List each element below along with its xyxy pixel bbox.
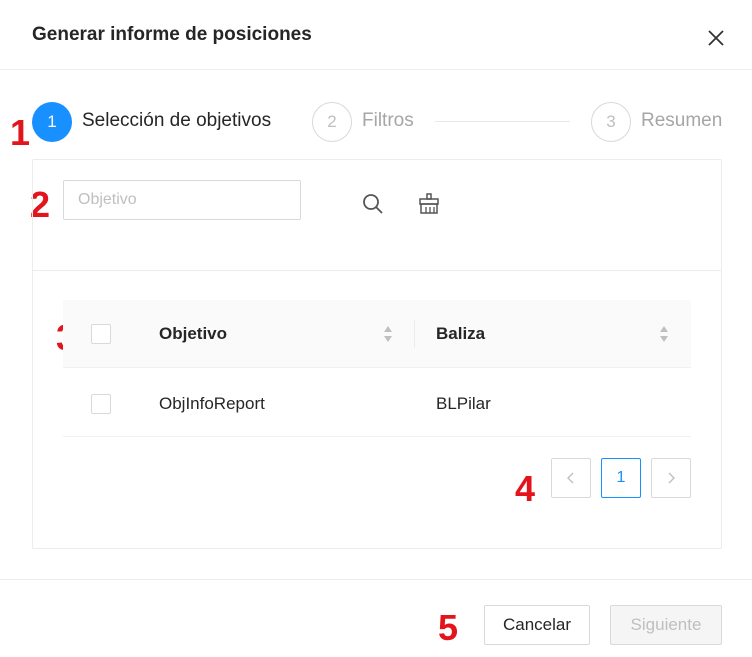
step-1-circle: 1 [32, 102, 72, 142]
marker-5: 5 [438, 607, 459, 648]
column-separator [414, 320, 415, 348]
search-icon [363, 194, 383, 214]
column-header-objetivo: Objetivo [159, 324, 228, 343]
column-header-baliza: Baliza [436, 324, 486, 343]
cell-objetivo: ObjInfoReport [159, 394, 265, 413]
close-icon [708, 30, 724, 46]
next-button[interactable]: Siguiente [610, 605, 722, 645]
clear-filter-button[interactable] [414, 189, 444, 219]
sort-icon[interactable] [658, 324, 670, 344]
steps-bar: 1 Selección de objetivos 2 Filtros 3 Res… [0, 100, 752, 144]
next-page-button[interactable] [651, 458, 691, 498]
chevron-right-icon [668, 472, 675, 484]
page-number-button[interactable]: 1 [601, 458, 641, 498]
marker-1: 1 [10, 112, 31, 153]
chevron-left-icon [567, 472, 574, 484]
cell-baliza: BLPilar [436, 394, 491, 413]
table-row[interactable]: ObjInfoReport BLPilar [63, 369, 691, 437]
filter-divider [33, 270, 721, 271]
row-checkbox[interactable] [91, 394, 111, 414]
dialog-header: Generar informe de posiciones [0, 0, 752, 70]
content-card: Objetivo Baliza ObjInfoReport BLPilar 1 [32, 159, 722, 549]
step-1-label: Selección de objetivos [82, 110, 272, 131]
objetivo-search-input[interactable] [63, 180, 301, 220]
select-all-checkbox[interactable] [91, 324, 111, 344]
search-button[interactable] [358, 189, 388, 219]
cancel-button[interactable]: Cancelar [484, 605, 590, 645]
prev-page-button[interactable] [551, 458, 591, 498]
sort-icon[interactable] [382, 324, 394, 344]
step-3-label: Resumen [641, 110, 723, 131]
step-2-label: Filtros [362, 110, 414, 131]
close-button[interactable] [704, 26, 728, 50]
clear-brush-icon [419, 193, 439, 214]
step-2-circle: 2 [312, 102, 352, 142]
step-connector [435, 121, 570, 122]
footer-divider [0, 579, 752, 580]
table-header: Objetivo Baliza [63, 300, 691, 368]
dialog-title: Generar informe de posiciones [32, 24, 312, 45]
step-3-circle: 3 [591, 102, 631, 142]
